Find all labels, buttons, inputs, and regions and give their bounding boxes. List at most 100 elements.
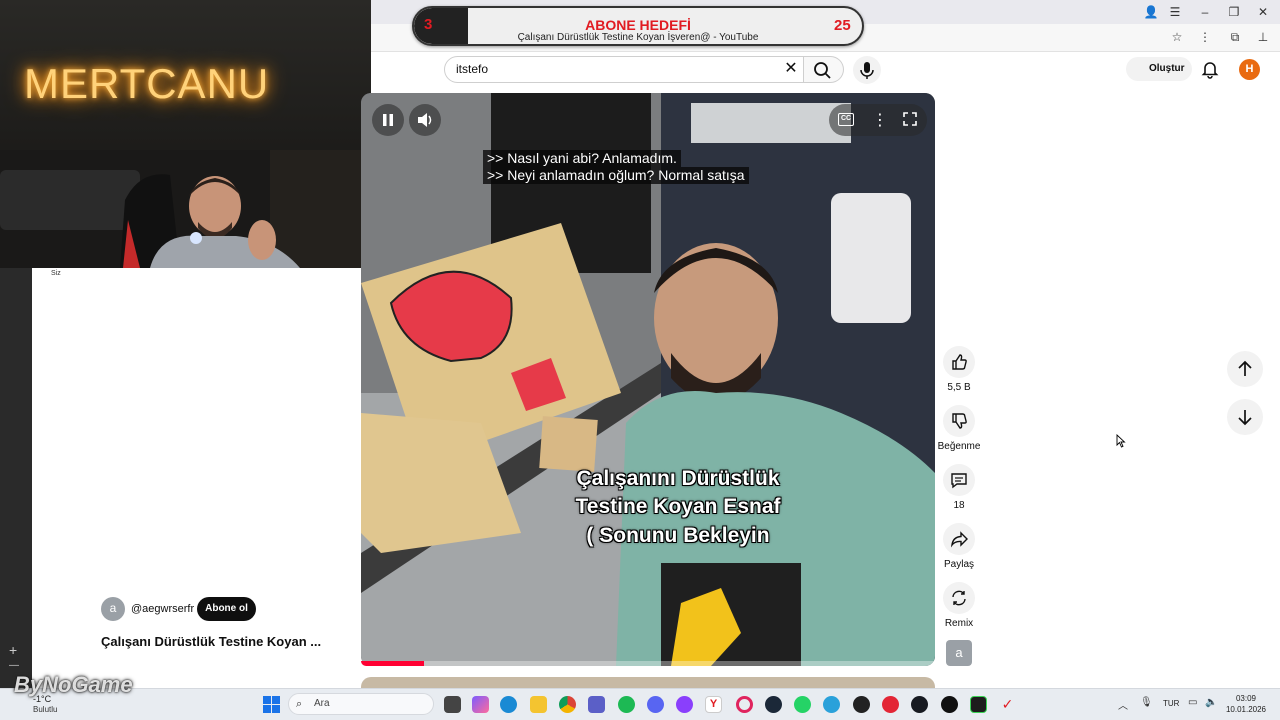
overlay-title-line-3: ( Sonunu Bekleyin [586, 524, 770, 547]
clock-date[interactable]: 10.01.2026 [1222, 705, 1270, 714]
spotify-icon[interactable] [618, 696, 635, 713]
search-input[interactable]: itstefo [444, 56, 804, 83]
share-label: Paylaş [943, 559, 974, 570]
teams-icon[interactable] [588, 696, 605, 713]
app-purple-icon[interactable] [676, 696, 693, 713]
windows-start-icon[interactable] [263, 696, 280, 718]
taskbar-search-icon: ⌕ [296, 698, 303, 710]
captions-button[interactable]: CC [838, 113, 854, 126]
opera-icon[interactable] [736, 696, 753, 713]
chrome-icon[interactable] [559, 696, 576, 713]
clear-search-icon[interactable]: ✕ [780, 58, 802, 80]
clock-time[interactable]: 03:09 [1226, 694, 1266, 703]
remix-button[interactable] [943, 582, 975, 614]
microphone-icon [860, 62, 874, 79]
remix-label: Remix [944, 618, 974, 629]
webcam-overlay: MERTCANU [0, 0, 371, 268]
goal-title: ABONE HEDEFİ [585, 17, 691, 33]
more-actions-icon[interactable]: ⋮ [872, 110, 888, 130]
fullscreen-icon[interactable] [902, 111, 918, 132]
file-explorer-icon[interactable] [530, 696, 547, 713]
previous-short-button[interactable] [1227, 351, 1263, 387]
weather-description: Bulutlu [33, 705, 58, 714]
caption-line-2: >> Neyi anlamadın oğlum? Normal satışa [483, 167, 749, 184]
pause-icon [383, 114, 393, 126]
share-icon [950, 531, 968, 548]
volume-button[interactable] [409, 104, 441, 136]
taskbar-search[interactable]: Ara [288, 693, 434, 715]
search-button[interactable] [804, 56, 844, 83]
video-progress-fill [361, 661, 425, 666]
tray-volume-icon[interactable]: 🔈 [1205, 697, 1217, 708]
volume-icon [418, 113, 432, 127]
channel-thumbnail[interactable]: a [946, 640, 972, 666]
like-button[interactable] [943, 346, 975, 378]
create-button[interactable]: Oluştur [1126, 57, 1192, 81]
share-button[interactable] [943, 523, 975, 555]
video-progress-bar[interactable] [361, 661, 935, 666]
channel-avatar[interactable]: a [101, 597, 125, 621]
tray-mic-icon[interactable]: 🎙 [1140, 697, 1153, 708]
comment-icon [951, 473, 967, 489]
menu-icon[interactable]: ☰ [1160, 4, 1190, 20]
pin-icon[interactable]: ⊥ [1254, 30, 1272, 46]
app-red-icon[interactable] [882, 696, 899, 713]
comment-count: 18 [953, 500, 965, 511]
dislike-label: Beğenme [937, 441, 981, 452]
stream-watermark: ByNoGame [14, 672, 133, 697]
extensions-icon[interactable]: ⧉ [1226, 30, 1244, 46]
arrow-down-icon [1238, 410, 1252, 426]
app-check-icon[interactable]: ✓ [999, 696, 1016, 713]
edge-icon[interactable] [500, 696, 517, 713]
steam-icon[interactable] [765, 696, 782, 713]
subscriber-goal-widget: 3 ABONE HEDEFİ Çalışanı Dürüstlük Testin… [412, 6, 864, 46]
caption-line-1: >> Nasıl yani abi? Anlamadım. [483, 150, 681, 167]
comments-button[interactable] [943, 464, 975, 496]
copilot-icon[interactable] [472, 696, 489, 713]
app-green-icon[interactable] [970, 696, 987, 713]
telegram-icon[interactable] [823, 696, 840, 713]
maximize-button[interactable]: ❐ [1219, 4, 1249, 20]
input-language[interactable]: TUR [1163, 699, 1179, 708]
desktop-divider: — [9, 660, 19, 671]
thumbs-down-icon [952, 413, 967, 429]
goal-target-count: 25 [834, 17, 851, 34]
arrow-up-icon [1238, 360, 1252, 376]
like-count: 5,5 B [947, 382, 971, 393]
more-options-icon[interactable]: ⋮ [1196, 30, 1214, 46]
tray-chevron-icon[interactable]: ︿ [1118, 697, 1128, 712]
yandex-browser-icon[interactable]: Y [705, 696, 722, 713]
account-avatar[interactable]: H [1239, 59, 1260, 80]
channel-handle[interactable]: @aegwrserfr [131, 603, 194, 615]
mouse-cursor [1116, 433, 1126, 453]
video-title[interactable]: Çalışanı Dürüstlük Testine Koyan ... [101, 634, 321, 649]
remix-icon [952, 590, 966, 606]
goal-subtitle: Çalışanı Dürüstlük Testine Koyan İşveren… [517, 32, 759, 43]
overlay-title-line-2: Testine Koyan Esnaf [575, 495, 781, 518]
pause-button[interactable] [372, 104, 404, 136]
close-window-button[interactable]: ✕ [1248, 4, 1278, 20]
task-view-icon[interactable] [444, 696, 461, 713]
notifications-bell-icon[interactable] [1200, 59, 1220, 79]
neon-sign: MERTCANU [24, 60, 270, 107]
desktop-plus-icon: + [9, 642, 18, 658]
voice-search-button[interactable] [853, 56, 881, 84]
obs-icon[interactable] [941, 696, 958, 713]
dislike-button[interactable] [943, 405, 975, 437]
tray-display-icon[interactable]: ▭ [1188, 697, 1197, 708]
subscribe-button[interactable]: Abone ol [197, 597, 256, 621]
discord-icon[interactable] [647, 696, 664, 713]
thumbs-up-icon [952, 354, 967, 370]
search-icon [814, 62, 831, 79]
bookmark-icon[interactable]: ☆ [1168, 30, 1186, 46]
desktop-background [0, 268, 32, 688]
taskbar [0, 688, 1280, 720]
you-label: Siz [51, 270, 61, 277]
steam-2-icon[interactable] [911, 696, 928, 713]
next-short-button[interactable] [1227, 399, 1263, 435]
overlay-title-line-1: Çalışanını Dürüstlük [576, 467, 780, 490]
minimize-button[interactable]: – [1190, 4, 1220, 20]
webcam-scene [0, 150, 371, 268]
app-dark-icon[interactable] [853, 696, 870, 713]
whatsapp-icon[interactable] [794, 696, 811, 713]
